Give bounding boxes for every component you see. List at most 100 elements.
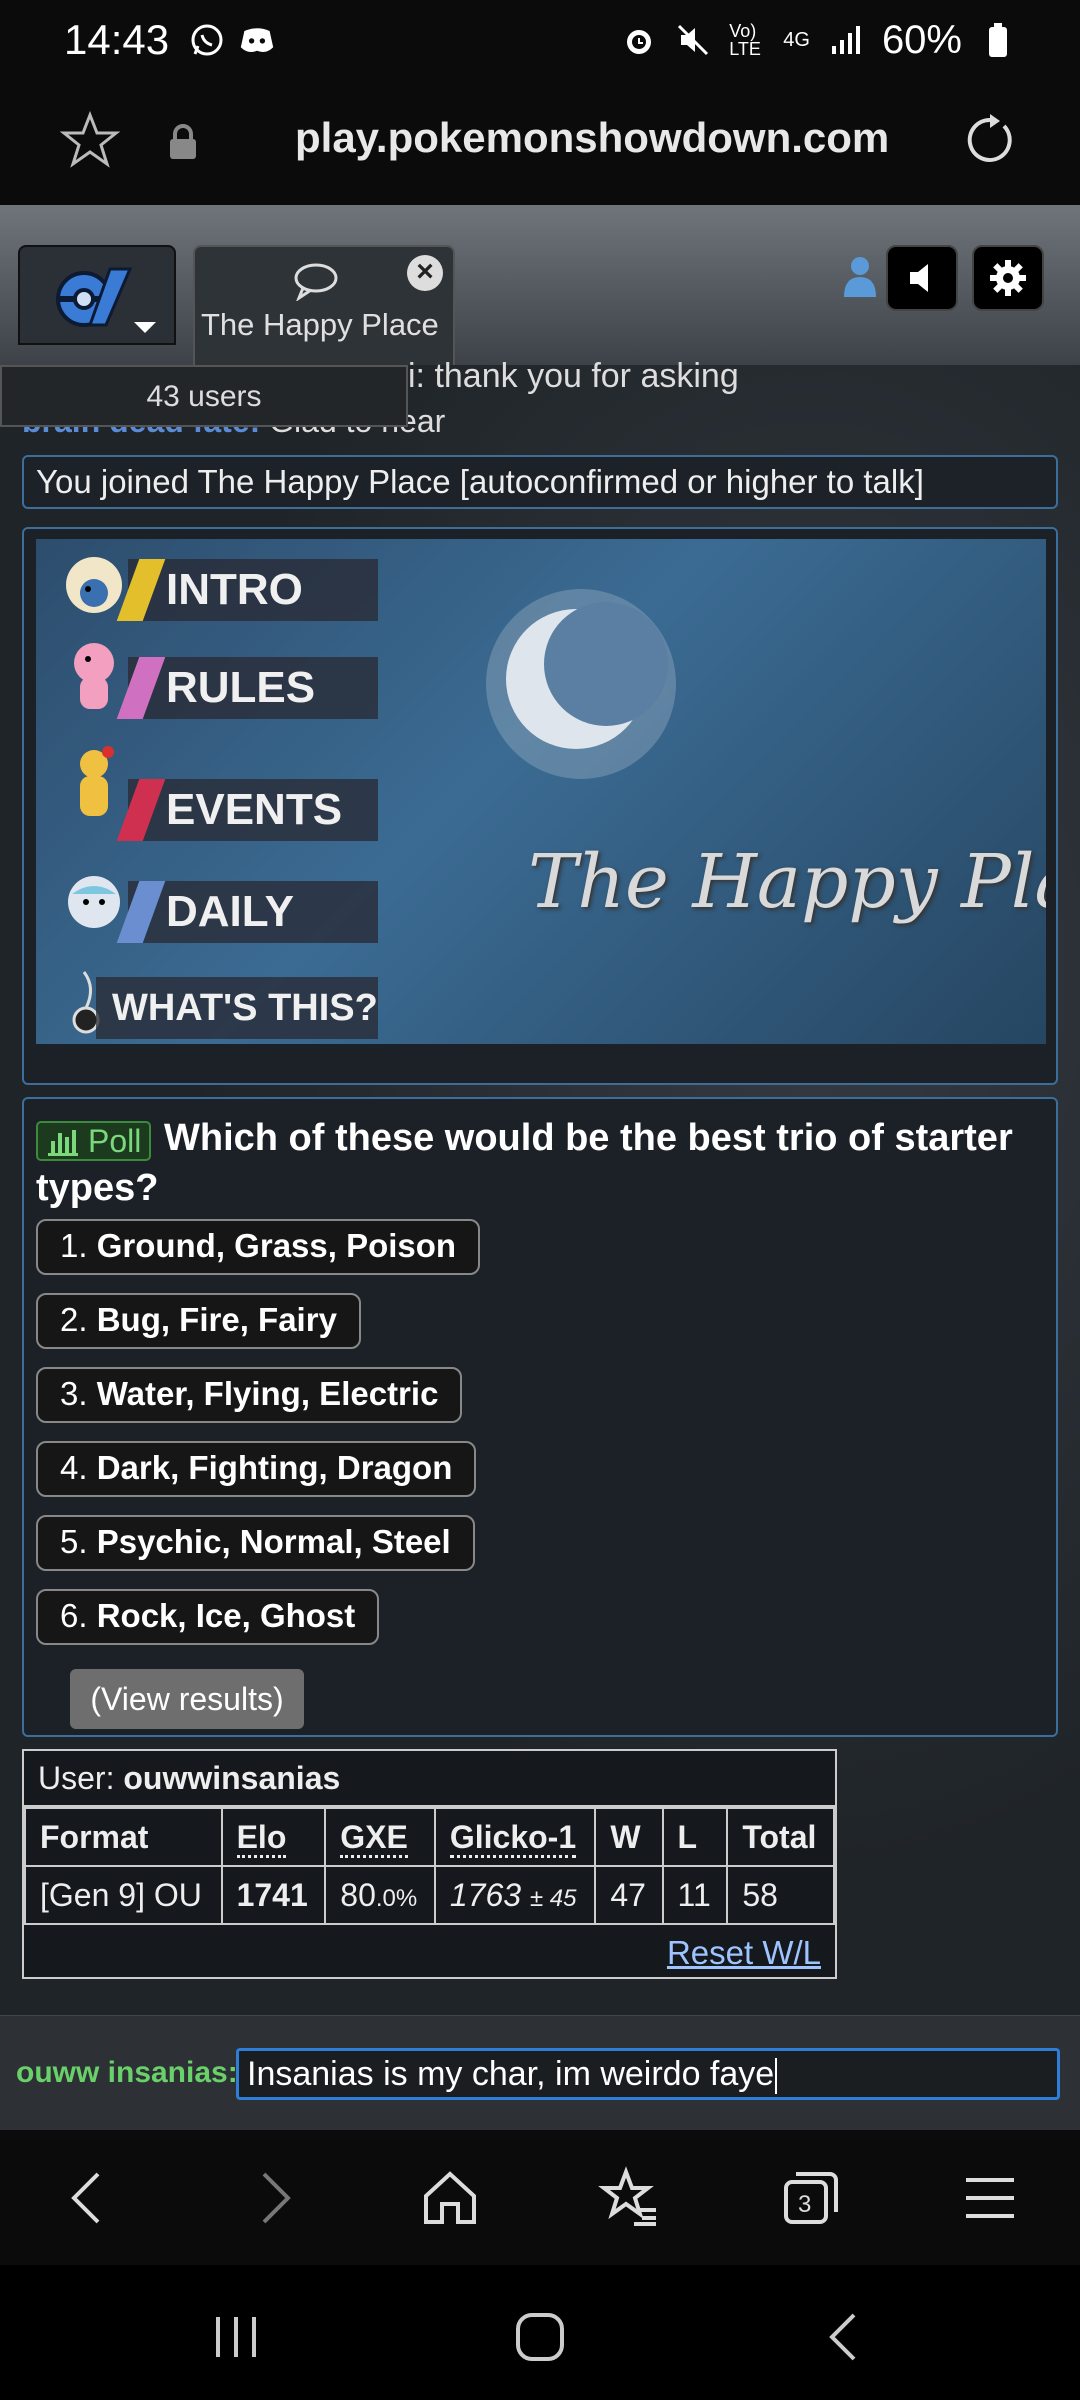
table-header-row: Format Elo GXE Glicko-1 W L Total (24, 1807, 835, 1867)
col-format: Format (24, 1807, 223, 1867)
col-w: W (594, 1807, 664, 1867)
cell-glicko: 1763 ± 45 (433, 1865, 597, 1925)
flaaffy-icon (58, 637, 130, 715)
view-results-button[interactable]: (View results) (70, 1669, 304, 1729)
system-nav-bar (0, 2265, 1080, 2400)
banner-intro-button[interactable]: INTRO (116, 559, 378, 621)
banner-whats-this-button[interactable]: WHAT'S THIS? (96, 977, 378, 1039)
poll-option-text: Dark, Fighting, Dragon (96, 1449, 453, 1486)
menu-icon[interactable] (958, 2166, 1022, 2230)
poll-tag: Poll (36, 1121, 152, 1161)
poll-option-3[interactable]: 3. Water, Flying, Electric (36, 1367, 463, 1423)
cell-elo: 1741 (220, 1865, 327, 1925)
table-row: [Gen 9] OU 1741 80.0% 1763 ± 45 47 11 58 (24, 1865, 835, 1925)
showdown-logo-icon (50, 265, 134, 329)
users-count-button[interactable]: 43 users (0, 365, 408, 427)
bookmarks-icon[interactable] (598, 2166, 662, 2230)
chat-bubble-icon (293, 261, 339, 302)
forward-icon[interactable] (240, 2166, 304, 2230)
tabs-icon[interactable]: 3 (778, 2166, 842, 2230)
home-icon[interactable] (418, 2166, 482, 2230)
banner-events-button[interactable]: EVENTS (116, 779, 378, 841)
battery-percent: 60% (881, 17, 962, 62)
poll-option-2[interactable]: 2. Bug, Fire, Fairy (36, 1293, 361, 1349)
chevron-down-icon (134, 322, 156, 333)
rank-table-box: User: ouwwinsanias Format Elo GXE Glicko… (22, 1749, 837, 1979)
banner-rules-label: RULES (166, 663, 316, 712)
poll-option-text: Ground, Grass, Poison (96, 1227, 457, 1264)
col-total: Total (726, 1807, 835, 1867)
ampharos-icon (58, 744, 130, 822)
lock-icon[interactable] (165, 122, 201, 162)
rank-username[interactable]: ouwwinsanias (123, 1760, 340, 1796)
poll-question: Which of these would be the best trio of… (36, 1117, 1013, 1209)
col-gxe: GXE (324, 1807, 436, 1867)
sound-button[interactable] (886, 245, 958, 311)
cell-gxe-decimal: .0% (375, 1884, 418, 1912)
banner-events-label: EVENTS (166, 785, 343, 834)
chat-log: i: thank you for asking brain dead fate:… (0, 357, 1080, 2015)
cell-total: 58 (726, 1865, 835, 1925)
poll-option-text: Rock, Ice, Ghost (96, 1597, 356, 1634)
whatsapp-icon (189, 22, 225, 58)
banner-intro-label: INTRO (166, 565, 303, 614)
banner-whats-this-label: WHAT'S THIS? (112, 987, 378, 1029)
recents-icon[interactable] (206, 2307, 266, 2367)
status-bar: 14:43 Vo) LTE 4G 60% (0, 0, 1080, 80)
cell-elo-value: 1741 (236, 1876, 308, 1913)
url-text[interactable]: play.pokemonshowdown.com (295, 114, 889, 162)
poll-option-number: 3. (60, 1375, 88, 1412)
poll-option-text: Bug, Fire, Fairy (96, 1301, 337, 1338)
cell-glicko-deviation: ± 45 (529, 1884, 577, 1912)
room-intro-box: The Happy Plac INTRO RULES EVENTS (22, 527, 1058, 1085)
bookmark-star-icon[interactable] (59, 110, 121, 170)
home-button-icon[interactable] (510, 2307, 570, 2367)
settings-button[interactable] (972, 245, 1044, 311)
col-gxe-label: GXE (340, 1818, 408, 1858)
poll-option-number: 6. (60, 1597, 88, 1634)
banner-rules-button[interactable]: RULES (116, 657, 378, 719)
alarm-icon (621, 22, 657, 58)
poll-option-number: 1. (60, 1227, 88, 1264)
banner-daily-button[interactable]: DAILY (116, 881, 378, 943)
room-banner-image: The Happy Plac INTRO RULES EVENTS (36, 539, 1046, 1044)
back-icon[interactable] (58, 2166, 122, 2230)
poll-box: Which of these would be the best trio of… (22, 1097, 1058, 1737)
system-back-icon[interactable] (814, 2307, 874, 2367)
poll-option-number: 2. (60, 1301, 88, 1338)
home-tab[interactable] (18, 245, 176, 345)
tab-the-happy-place[interactable]: × The Happy Place (193, 245, 455, 365)
chat-message-partial: i: thank you for asking (408, 357, 739, 395)
poll-option-1[interactable]: 1. Ground, Grass, Poison (36, 1219, 481, 1275)
col-glicko: Glicko-1 (433, 1807, 597, 1867)
mute-icon (675, 22, 711, 58)
chat-input[interactable]: Insanias is my char, im weirdo faye (236, 2048, 1060, 2100)
cell-w: 47 (594, 1865, 664, 1925)
poll-option-5[interactable]: 5. Psychic, Normal, Steel (36, 1515, 475, 1571)
banner-daily-label: DAILY (166, 887, 294, 936)
rank-user-line: User: ouwwinsanias (24, 1751, 835, 1807)
reset-wl-link[interactable]: Reset W/L (667, 1934, 821, 1971)
cell-gxe-value: 80 (340, 1876, 376, 1913)
ps-header: × The Happy Place (0, 205, 1080, 365)
close-tab-icon[interactable]: × (407, 255, 443, 291)
col-glicko-label: Glicko-1 (449, 1818, 577, 1858)
discord-icon (239, 22, 275, 58)
user-icon[interactable] (842, 255, 878, 299)
status-time: 14:43 (64, 16, 170, 63)
banner-title: The Happy Plac (528, 839, 1046, 925)
page-content: × The Happy Place i: thank you for askin… (0, 205, 1080, 2130)
rank-user-label: User: (38, 1760, 115, 1796)
reload-icon[interactable] (960, 110, 1020, 170)
cell-format: [Gen 9] OU (24, 1865, 223, 1925)
text-caret (775, 2058, 778, 2095)
poll-option-4[interactable]: 4. Dark, Fighting, Dragon (36, 1441, 477, 1497)
poll-option-6[interactable]: 6. Rock, Ice, Ghost (36, 1589, 380, 1645)
poll-option-number: 4. (60, 1449, 88, 1486)
pachirisu-icon (58, 864, 130, 942)
browser-bottom-nav: 3 (0, 2130, 1080, 2265)
room-tab-label: The Happy Place (201, 307, 439, 342)
chat-input-bar: ouww insanias: Insanias is my char, im w… (0, 2015, 1080, 2130)
battery-icon (980, 22, 1016, 58)
bar-chart-icon (48, 1130, 78, 1156)
